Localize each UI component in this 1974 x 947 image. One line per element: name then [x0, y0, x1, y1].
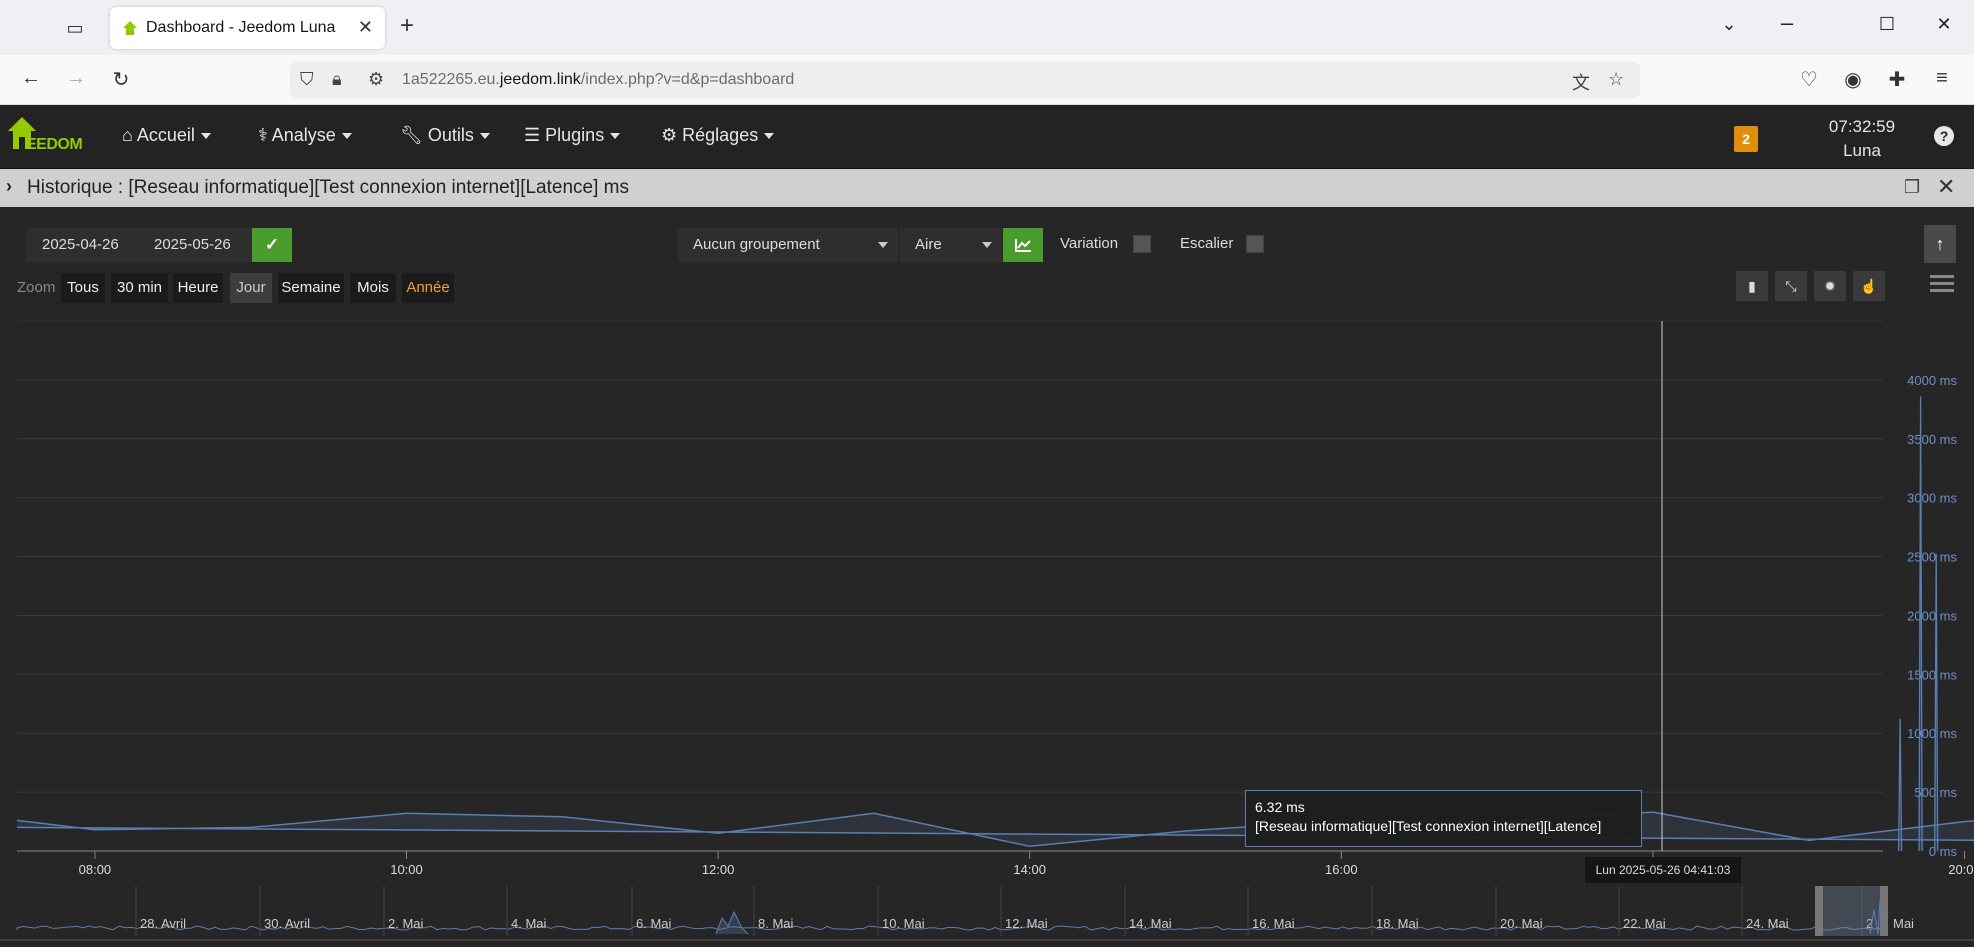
menu-reglages-label: Réglages — [682, 125, 759, 145]
back-icon[interactable]: ← — [17, 67, 45, 90]
stethoscope-icon: ⚕ — [258, 125, 268, 145]
stair-label: Escalier — [1180, 235, 1234, 252]
home-icon: ⌂ — [122, 125, 133, 145]
chart-tooltip: 6.32 ms [Reseau informatique][Test conne… — [1245, 790, 1642, 847]
new-tab-icon[interactable]: + — [400, 12, 414, 40]
history-content: 2025-04-26 2025-05-26 ✓ Aucun groupement… — [0, 207, 1974, 947]
zoom-jour-button[interactable]: Jour — [230, 273, 272, 303]
chart-type-value: Aire — [915, 236, 942, 253]
permissions-icon[interactable]: ⚙ — [368, 69, 384, 90]
browser-tab[interactable]: Dashboard - Jeedom Luna ✕ — [110, 7, 385, 49]
zoom-annee-button[interactable]: Année — [402, 273, 454, 303]
app-menu-icon[interactable]: ≡ — [1928, 67, 1956, 90]
modal-close-icon[interactable]: ✕ — [1937, 174, 1955, 200]
hand-pointer-icon: ☝ — [1860, 278, 1878, 294]
clock-user[interactable]: 07:32:59 Luna — [1826, 115, 1898, 163]
window-close-icon[interactable]: ✕ — [1929, 14, 1959, 35]
url-text[interactable]: 1a522265.eu.jeedom.link/index.php?v=d&p=… — [402, 71, 794, 89]
jeedom-logo[interactable]: EEDOM — [8, 115, 98, 159]
logo-text: EEDOM — [26, 136, 83, 153]
zoom-30min-button[interactable]: 30 min — [111, 273, 168, 303]
navigator-icon: ▮ — [1748, 278, 1756, 294]
wrench-icon: 🔧︎ — [400, 125, 423, 145]
variation-label: Variation — [1060, 235, 1119, 252]
user-name: Luna — [1843, 141, 1881, 160]
clock-time: 07:32:59 — [1828, 117, 1896, 136]
menu-accueil[interactable]: ⌂ Accueil — [122, 125, 211, 146]
date-start-input[interactable]: 2025-04-26 — [26, 228, 138, 262]
variation-checkbox[interactable] — [1133, 235, 1151, 253]
stair-checkbox[interactable] — [1246, 235, 1264, 253]
toggle-navigator-button[interactable]: ▮ — [1736, 271, 1768, 301]
cog-icon: ⚙ — [661, 125, 678, 145]
browser-navbar: ← → ↻ ⛉ 🔒︎ ⚙ 1a522265.eu.jeedom.link/ind… — [0, 55, 1974, 105]
menu-analyse-label: Analyse — [271, 125, 336, 145]
sun-icon: ✹ — [1824, 278, 1836, 294]
menu-plugins-label: Plugins — [545, 125, 605, 145]
arrows-icon: ⤡ — [1785, 278, 1797, 294]
validate-dates-button[interactable]: ✓ — [252, 228, 292, 262]
chart-type-button[interactable] — [1003, 228, 1043, 262]
restore-window-icon[interactable]: ❐ — [1904, 177, 1920, 198]
help-icon[interactable]: ? — [1934, 126, 1954, 146]
jeedom-header: EEDOM ⌂ Accueil ⚕ Analyse 🔧︎ Outils ☰ Pl… — [0, 105, 1974, 169]
list-icon: ☰ — [524, 125, 541, 145]
date-end-input[interactable]: 2025-05-26 — [138, 228, 252, 262]
tab-close-icon[interactable]: ✕ — [358, 17, 373, 38]
tooltip-series: [Reseau informatique][Test connexion int… — [1255, 818, 1602, 834]
notification-badge[interactable]: 2 — [1734, 126, 1758, 152]
menu-reglages[interactable]: ⚙ Réglages — [661, 125, 775, 146]
forward-icon[interactable]: → — [62, 67, 90, 90]
reload-icon[interactable]: ↻ — [107, 67, 135, 92]
menu-analyse[interactable]: ⚕ Analyse — [258, 125, 352, 146]
chart-menu-icon[interactable] — [1930, 275, 1954, 295]
browser-tabbar: ▭ Dashboard - Jeedom Luna ✕ + ⌄ – ☐ ✕ — [0, 0, 1974, 55]
pocket-icon[interactable]: ♡ — [1795, 67, 1823, 92]
zoom-heure-button[interactable]: Heure — [173, 273, 223, 303]
tooltip-value: 6.32 ms — [1255, 799, 1305, 815]
zoom-semaine-button[interactable]: Semaine — [278, 273, 344, 303]
chevron-right-icon[interactable]: › — [6, 176, 12, 197]
lock-icon[interactable]: 🔒︎ — [332, 69, 342, 90]
tab-title: Dashboard - Jeedom Luna — [146, 19, 336, 36]
menu-plugins[interactable]: ☰ Plugins — [524, 125, 621, 146]
shield-icon[interactable]: ⛉ — [300, 69, 314, 90]
grouping-select[interactable]: Aucun groupement — [678, 228, 898, 262]
grouping-value: Aucun groupement — [693, 236, 820, 253]
tab-list-icon[interactable]: ▭ — [62, 15, 88, 41]
modal-title: Historique : [Reseau informatique][Test … — [27, 177, 629, 198]
account-icon[interactable]: ◉ — [1839, 67, 1867, 92]
scroll-up-button[interactable]: ↑ — [1924, 225, 1956, 263]
modal-titlebar: › Historique : [Reseau informatique][Tes… — [0, 169, 1974, 207]
check-icon: ✓ — [264, 235, 280, 254]
theme-button[interactable]: ✹ — [1814, 271, 1846, 301]
arrow-up-icon: ↑ — [1935, 234, 1945, 254]
minimize-icon[interactable]: – — [1772, 10, 1802, 36]
crosshair-label: Lun 2025-05-26 04:41:03 — [1585, 857, 1741, 883]
line-chart-icon — [1015, 239, 1031, 252]
bookmark-star-icon[interactable]: ☆ — [1608, 69, 1624, 90]
list-all-tabs-icon[interactable]: ⌄ — [1714, 14, 1744, 35]
url-bar[interactable]: ⛉ 🔒︎ ⚙ 1a522265.eu.jeedom.link/index.php… — [290, 62, 1640, 98]
zoom-tous-button[interactable]: Tous — [61, 273, 105, 303]
compare-button[interactable]: ⤡ — [1775, 271, 1807, 301]
chart-type-select[interactable]: Aire — [900, 228, 1002, 262]
menu-accueil-label: Accueil — [136, 125, 195, 145]
translate-icon[interactable]: 文 — [1572, 69, 1590, 95]
zoom-mois-button[interactable]: Mois — [350, 273, 396, 303]
maximize-icon[interactable]: ☐ — [1872, 14, 1902, 35]
pointer-button[interactable]: ☝ — [1853, 271, 1885, 301]
zoom-label: Zoom — [17, 279, 56, 296]
menu-outils[interactable]: 🔧︎ Outils — [400, 125, 490, 146]
extensions-icon[interactable]: ✚ — [1883, 67, 1911, 92]
menu-outils-label: Outils — [427, 125, 474, 145]
jeedom-favicon-icon — [123, 21, 137, 35]
